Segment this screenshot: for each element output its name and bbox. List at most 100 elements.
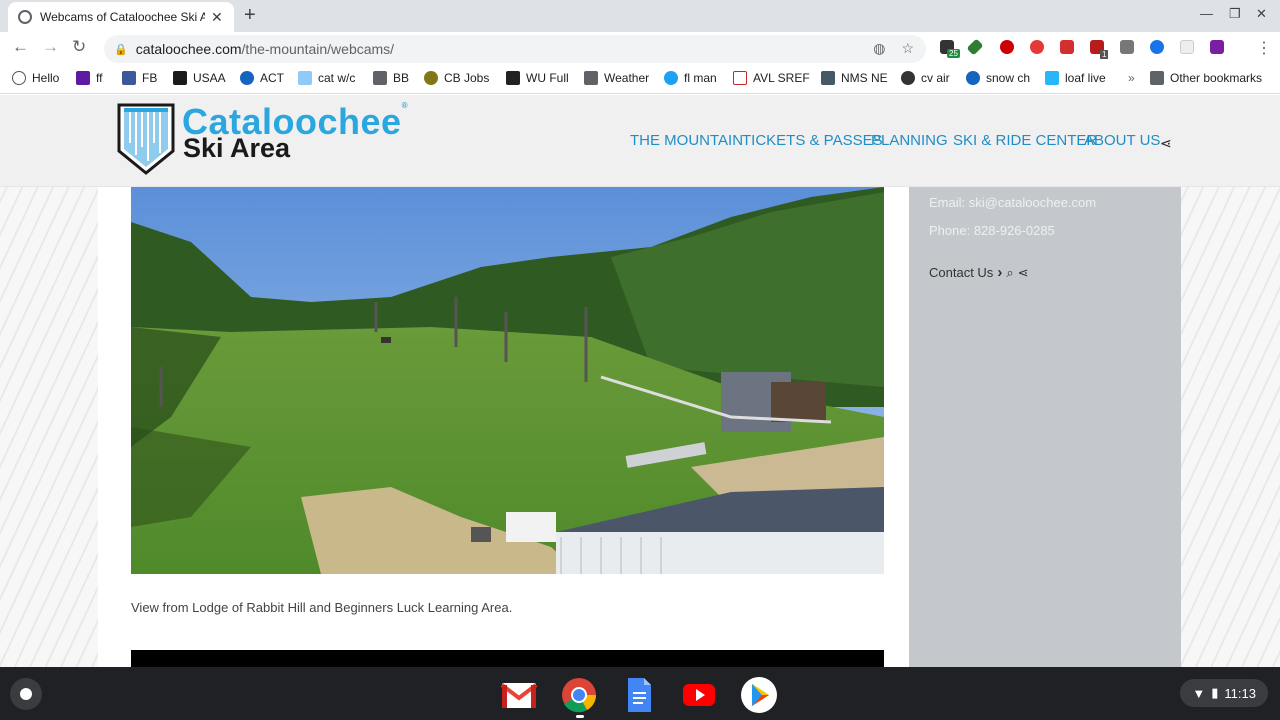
back-button[interactable]: ← xyxy=(12,37,29,57)
cb-icon xyxy=(424,71,438,85)
close-tab-icon[interactable]: ✕ xyxy=(211,9,223,26)
search-icon[interactable]: ⌕ xyxy=(1006,265,1013,281)
webpage: Cataloochee® Ski Area THE MOUNTAIN TICKE… xyxy=(0,95,1280,667)
loaf-icon xyxy=(1045,71,1059,85)
bookmark-other[interactable]: Other bookmarks xyxy=(1150,71,1262,85)
bookmark-bb[interactable]: BB xyxy=(373,71,409,85)
contact-us-link[interactable]: Contact Us › ⌕ ⋖ xyxy=(929,264,1029,281)
p-extension-icon[interactable] xyxy=(1180,40,1194,54)
shield-logo-icon[interactable] xyxy=(116,103,176,175)
minimize-button[interactable]: — xyxy=(1200,6,1213,21)
nav-planning[interactable]: PLANNING xyxy=(871,132,948,149)
active-tab[interactable]: Webcams of Cataloochee Ski Ar ✕ xyxy=(8,2,234,32)
nav-about-us[interactable]: ABOUT US xyxy=(1084,132,1160,149)
sidebar: Email: ski@cataloochee.com Phone: 828-92… xyxy=(909,187,1181,667)
twitter-icon xyxy=(664,71,678,85)
main-content: View from Lodge of Rabbit Hill and Begin… xyxy=(98,187,909,667)
video-player[interactable] xyxy=(131,650,884,667)
chrome-icon[interactable] xyxy=(560,676,598,714)
docs-icon[interactable] xyxy=(620,676,658,714)
os-shelf: ▼ ▮ 11:13 xyxy=(0,667,1280,720)
gmail-icon[interactable] xyxy=(500,676,538,714)
site-header: Cataloochee® Ski Area THE MOUNTAIN TICKE… xyxy=(0,95,1280,187)
battery-icon: ▮ xyxy=(1211,685,1219,700)
noaa-icon xyxy=(966,71,980,85)
play-store-icon[interactable] xyxy=(740,676,778,714)
browser-toolbar: ← → ↻ 🔒 cataloochee.com/the-mountain/web… xyxy=(0,32,1280,64)
yahoo-extension-icon[interactable] xyxy=(1210,40,1224,54)
bookmark-ff[interactable]: ff xyxy=(76,71,102,85)
menu-dots-icon[interactable]: ⋮ xyxy=(1256,38,1272,58)
bookmark-cv-air[interactable]: cv air xyxy=(901,71,950,85)
contact-email[interactable]: Email: ski@cataloochee.com xyxy=(929,195,1096,210)
bookmark-fl-man[interactable]: fl man xyxy=(664,71,717,85)
cookie-icon[interactable]: ◍ xyxy=(873,40,885,57)
folder-icon xyxy=(584,71,598,85)
new-tab-button[interactable]: + xyxy=(244,4,256,27)
bookmark-star-icon[interactable]: ☆ xyxy=(901,40,914,57)
wu-icon xyxy=(506,71,520,85)
restore-button[interactable]: ❐ xyxy=(1229,6,1241,22)
contact-phone[interactable]: Phone: 828-926-0285 xyxy=(929,223,1055,238)
status-tray[interactable]: ▼ ▮ 11:13 xyxy=(1180,679,1268,707)
clock: 11:13 xyxy=(1224,685,1256,701)
bookmark-wu-full[interactable]: WU Full xyxy=(506,71,569,85)
puzzle-extension-icon[interactable] xyxy=(1120,40,1134,54)
bookmark-avl-sref[interactable]: AVL SREF xyxy=(733,71,810,85)
nav-ski-ride-center[interactable]: SKI & RIDE CENTER xyxy=(953,132,1097,149)
url-path: /the-mountain/webcams/ xyxy=(241,41,395,57)
bookmark-fb[interactable]: FB xyxy=(122,71,157,85)
bookmark-loaf-live[interactable]: loaf live xyxy=(1045,71,1106,85)
tab-strip: Webcams of Cataloochee Ski Ar ✕ + — ❐ ✕ xyxy=(0,0,1280,32)
logo-subtitle[interactable]: Ski Area xyxy=(183,133,290,164)
address-bar[interactable]: 🔒 cataloochee.com/the-mountain/webcams/ … xyxy=(104,35,926,63)
wifi-icon: ▼ xyxy=(1192,685,1206,701)
bookmark-nms-ne[interactable]: NMS NE xyxy=(821,71,888,85)
flower-icon xyxy=(12,71,26,85)
webcam-image[interactable] xyxy=(131,187,884,574)
background-pattern-right xyxy=(1181,185,1280,667)
folder-icon xyxy=(1150,71,1164,85)
share-icon[interactable]: ⋖ xyxy=(1160,135,1172,152)
bookmark-act[interactable]: ACT xyxy=(240,71,284,85)
forward-button[interactable]: → xyxy=(42,37,59,57)
lock-icon: 🔒 xyxy=(114,43,128,56)
download-extension-icon[interactable] xyxy=(1030,40,1044,54)
yahoo-icon xyxy=(76,71,90,85)
act-icon xyxy=(240,71,254,85)
more-bookmarks-chevron-icon[interactable]: » xyxy=(1128,71,1135,85)
bookmark-snow-ch[interactable]: snow ch xyxy=(966,71,1030,85)
webcam-caption: View from Lodge of Rabbit Hill and Begin… xyxy=(131,600,513,615)
bookmarks-bar: Hello ff FB USAA ACT cat w/c BB CB Jobs … xyxy=(0,64,1280,94)
launcher-button[interactable] xyxy=(10,678,42,710)
cataloochee-icon xyxy=(298,71,312,85)
bookmark-weather[interactable]: Weather xyxy=(584,71,649,85)
bookmark-usaa[interactable]: USAA xyxy=(173,71,226,85)
launcher-circle-icon xyxy=(20,688,32,700)
tab-title: Webcams of Cataloochee Ski Ar xyxy=(40,10,205,24)
blue-extension-icon[interactable] xyxy=(1150,40,1164,54)
play-extension-icon[interactable] xyxy=(1000,40,1014,54)
folder-icon xyxy=(373,71,387,85)
share-icon[interactable]: ⋖ xyxy=(1018,265,1029,281)
facebook-icon xyxy=(122,71,136,85)
url-host: cataloochee.com xyxy=(135,41,242,57)
bookmark-cb-jobs[interactable]: CB Jobs xyxy=(424,71,489,85)
nav-the-mountain[interactable]: THE MOUNTAIN xyxy=(630,132,743,149)
bookmark-hello[interactable]: Hello xyxy=(12,71,59,85)
bookmark-cat-wc[interactable]: cat w/c xyxy=(298,71,355,85)
reload-button[interactable]: ↻ xyxy=(72,37,86,57)
close-window-button[interactable]: ✕ xyxy=(1256,6,1267,22)
extension-badge: 25 xyxy=(947,49,960,58)
arrows-extension-icon[interactable] xyxy=(1060,40,1074,54)
chart-icon xyxy=(733,71,747,85)
chevron-right-icon: › xyxy=(997,264,1003,281)
globe-icon xyxy=(18,10,32,24)
running-indicator xyxy=(576,715,584,718)
background-pattern-left xyxy=(0,185,98,667)
nms-icon xyxy=(821,71,835,85)
extension-badge-2: 1 xyxy=(1100,50,1109,59)
usaa-icon xyxy=(173,71,187,85)
youtube-icon[interactable] xyxy=(680,676,718,714)
nav-tickets-passes[interactable]: TICKETS & PASSES xyxy=(742,132,883,149)
